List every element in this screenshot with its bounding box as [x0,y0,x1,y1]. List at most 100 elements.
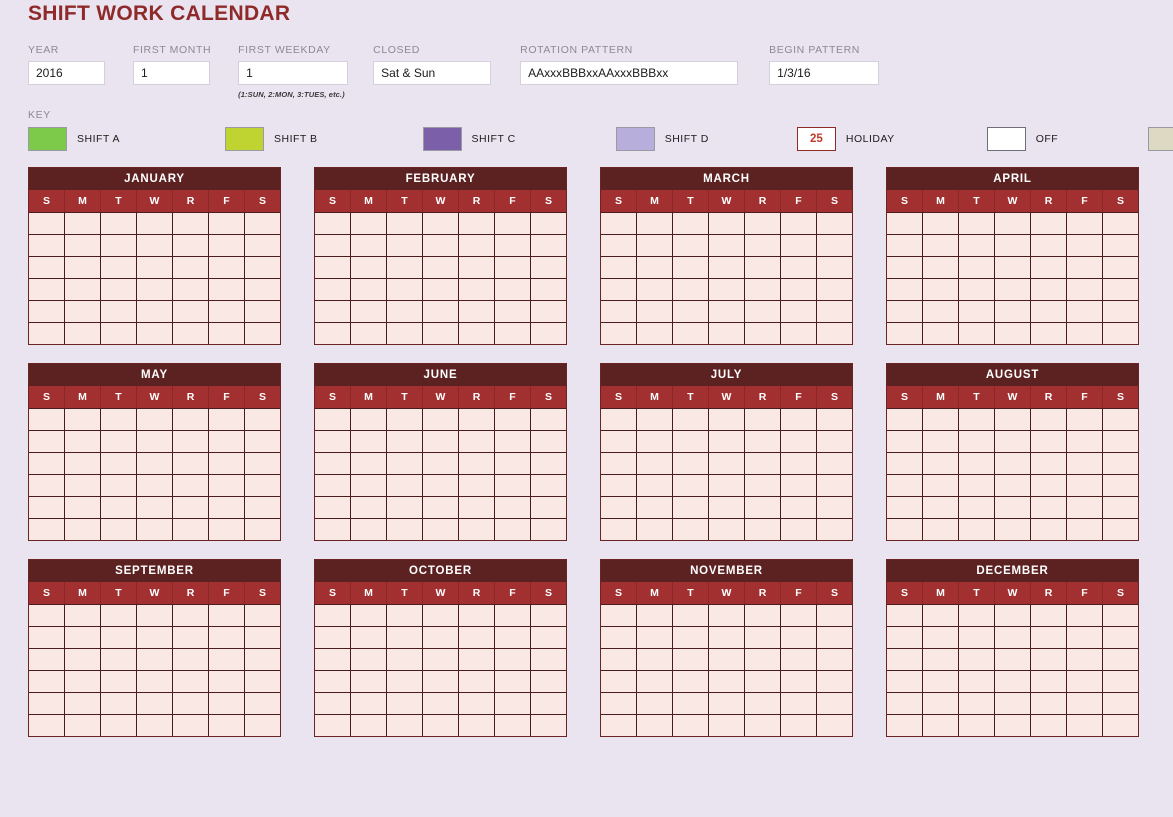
closed-input[interactable] [373,61,492,85]
day-cell[interactable] [245,475,280,496]
day-cell[interactable] [387,301,423,322]
day-cell[interactable] [1031,605,1067,626]
day-cell[interactable] [1067,213,1103,234]
day-cell[interactable] [315,279,351,300]
day-cell[interactable] [29,627,65,648]
day-cell[interactable] [923,627,959,648]
day-cell[interactable] [137,279,173,300]
day-cell[interactable] [637,453,673,474]
day-cell[interactable] [423,497,459,518]
day-cell[interactable] [29,323,65,344]
day-cell[interactable] [923,235,959,256]
day-cell[interactable] [423,627,459,648]
day-cell[interactable] [781,693,817,714]
day-cell[interactable] [531,431,566,452]
day-cell[interactable] [423,409,459,430]
day-cell[interactable] [745,693,781,714]
day-cell[interactable] [65,715,101,736]
day-cell[interactable] [673,693,709,714]
day-cell[interactable] [387,627,423,648]
day-cell[interactable] [601,693,637,714]
day-cell[interactable] [923,257,959,278]
day-cell[interactable] [137,693,173,714]
day-cell[interactable] [995,627,1031,648]
day-cell[interactable] [959,279,995,300]
day-cell[interactable] [637,693,673,714]
day-cell[interactable] [387,453,423,474]
day-cell[interactable] [709,671,745,692]
day-cell[interactable] [923,453,959,474]
day-cell[interactable] [101,627,137,648]
day-cell[interactable] [1103,519,1138,540]
day-cell[interactable] [459,715,495,736]
day-cell[interactable] [351,323,387,344]
day-cell[interactable] [781,605,817,626]
day-cell[interactable] [173,649,209,670]
day-cell[interactable] [637,257,673,278]
day-cell[interactable] [923,671,959,692]
day-cell[interactable] [1031,453,1067,474]
day-cell[interactable] [817,213,852,234]
day-cell[interactable] [959,213,995,234]
day-cell[interactable] [209,475,245,496]
day-cell[interactable] [423,235,459,256]
day-cell[interactable] [995,649,1031,670]
day-cell[interactable] [745,649,781,670]
day-cell[interactable] [1031,497,1067,518]
day-cell[interactable] [65,301,101,322]
day-cell[interactable] [637,649,673,670]
day-cell[interactable] [423,475,459,496]
day-cell[interactable] [423,693,459,714]
day-cell[interactable] [745,213,781,234]
day-cell[interactable] [1067,605,1103,626]
day-cell[interactable] [495,475,531,496]
day-cell[interactable] [781,235,817,256]
day-cell[interactable] [817,497,852,518]
day-cell[interactable] [1031,519,1067,540]
day-cell[interactable] [29,605,65,626]
day-cell[interactable] [601,715,637,736]
day-cell[interactable] [315,323,351,344]
day-cell[interactable] [781,497,817,518]
day-cell[interactable] [209,301,245,322]
day-cell[interactable] [387,475,423,496]
day-cell[interactable] [745,301,781,322]
day-cell[interactable] [315,409,351,430]
day-cell[interactable] [1103,301,1138,322]
day-cell[interactable] [423,213,459,234]
day-cell[interactable] [709,323,745,344]
day-cell[interactable] [531,279,566,300]
day-cell[interactable] [995,715,1031,736]
year-input[interactable] [28,61,105,85]
day-cell[interactable] [1067,431,1103,452]
day-cell[interactable] [817,257,852,278]
day-cell[interactable] [173,213,209,234]
day-cell[interactable] [817,279,852,300]
day-cell[interactable] [245,257,280,278]
day-cell[interactable] [29,519,65,540]
day-cell[interactable] [601,213,637,234]
day-cell[interactable] [65,649,101,670]
day-cell[interactable] [459,453,495,474]
day-cell[interactable] [459,693,495,714]
day-cell[interactable] [959,301,995,322]
day-cell[interactable] [959,519,995,540]
day-cell[interactable] [351,671,387,692]
day-cell[interactable] [923,279,959,300]
day-cell[interactable] [673,431,709,452]
day-cell[interactable] [781,257,817,278]
day-cell[interactable] [601,431,637,452]
day-cell[interactable] [387,257,423,278]
day-cell[interactable] [101,693,137,714]
day-cell[interactable] [495,257,531,278]
day-cell[interactable] [387,671,423,692]
day-cell[interactable] [173,431,209,452]
day-cell[interactable] [531,605,566,626]
day-cell[interactable] [637,671,673,692]
day-cell[interactable] [495,715,531,736]
day-cell[interactable] [101,453,137,474]
day-cell[interactable] [995,453,1031,474]
day-cell[interactable] [209,627,245,648]
day-cell[interactable] [531,323,566,344]
day-cell[interactable] [637,213,673,234]
